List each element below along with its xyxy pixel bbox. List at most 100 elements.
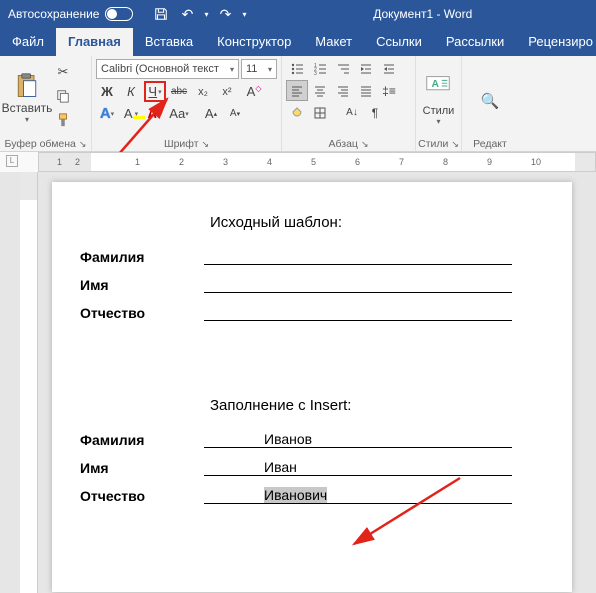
decrease-indent-button[interactable] bbox=[355, 58, 377, 79]
font-group-label: Шрифт bbox=[164, 138, 199, 150]
ruler-mark: 8 bbox=[443, 157, 448, 167]
cut-icon[interactable]: ✂ bbox=[52, 62, 74, 82]
tab-insert[interactable]: Вставка bbox=[133, 28, 205, 56]
font-size-value: 11 bbox=[246, 63, 257, 75]
paste-label: Вставить bbox=[2, 101, 53, 115]
svg-text:3: 3 bbox=[314, 71, 317, 76]
copy-icon[interactable] bbox=[52, 86, 74, 106]
chevron-down-icon: ▾ bbox=[185, 110, 189, 118]
change-case-button[interactable]: Aa▾ bbox=[168, 103, 190, 124]
autosave-toggle[interactable]: Автосохранение bbox=[0, 7, 141, 21]
show-marks-button[interactable]: ¶ bbox=[364, 102, 386, 123]
launcher-icon[interactable]: ↘ bbox=[202, 139, 210, 150]
superscript-button[interactable]: x² bbox=[216, 81, 238, 102]
font-name-combo[interactable]: Calibri (Основной текст▾ bbox=[96, 59, 239, 79]
styles-button[interactable]: A Стили ▾ bbox=[423, 70, 455, 126]
case-label: Aa bbox=[169, 106, 185, 121]
justify-button[interactable] bbox=[355, 80, 377, 101]
tab-home[interactable]: Главная bbox=[56, 28, 133, 56]
launcher-icon[interactable]: ↘ bbox=[79, 139, 87, 150]
label-firstname: Имя bbox=[80, 277, 180, 293]
subscript-button[interactable]: x₂ bbox=[192, 81, 214, 102]
font-size-combo[interactable]: 11 ▾ bbox=[241, 59, 277, 79]
tab-layout[interactable]: Макет bbox=[303, 28, 364, 56]
tab-review[interactable]: Рецензиро bbox=[516, 28, 596, 56]
chevron-down-icon: ▾ bbox=[268, 65, 272, 74]
multilevel-button[interactable] bbox=[332, 58, 354, 79]
line-firstname-2[interactable]: Иван bbox=[204, 458, 512, 476]
window-title: Документ1 - Word bbox=[249, 7, 596, 21]
chevron-down-icon: ▾ bbox=[25, 115, 29, 124]
ruler-mark: 7 bbox=[399, 157, 404, 167]
highlight-button[interactable]: A▾ bbox=[120, 103, 142, 124]
group-editing: 🔍 Редакт bbox=[462, 56, 518, 151]
strike-button[interactable]: abc bbox=[168, 81, 190, 102]
line-patronymic-2[interactable]: Иванович bbox=[204, 486, 512, 504]
ruler-mark: 1 bbox=[135, 157, 140, 167]
redo-icon[interactable]: ↷ bbox=[213, 2, 237, 26]
svg-text:A: A bbox=[432, 78, 440, 89]
group-clipboard: Вставить ▾ ✂ Буфер обмена↘ bbox=[0, 56, 92, 151]
ruler-mark: 10 bbox=[531, 157, 541, 167]
line-lastname[interactable] bbox=[204, 247, 512, 265]
increase-indent-button[interactable] bbox=[378, 58, 400, 79]
group-paragraph: 123 ‡≡ A↓ ¶ Абзац↘ bbox=[282, 56, 416, 151]
chevron-down-icon: ▾ bbox=[230, 65, 234, 74]
launcher-icon[interactable]: ↘ bbox=[361, 139, 369, 150]
line-firstname[interactable] bbox=[204, 275, 512, 293]
tab-references[interactable]: Ссылки bbox=[364, 28, 434, 56]
label-lastname-2: Фамилия bbox=[80, 432, 180, 448]
line-lastname-2[interactable]: Иванов bbox=[204, 430, 512, 448]
launcher-icon[interactable]: ↘ bbox=[451, 139, 459, 150]
ruler-mark: 1 bbox=[57, 157, 62, 167]
effects-label: A bbox=[100, 105, 111, 122]
tab-mailings[interactable]: Рассылки bbox=[434, 28, 516, 56]
font-color-button[interactable]: A▾ bbox=[144, 103, 166, 124]
label-firstname-2: Имя bbox=[80, 460, 180, 476]
line-spacing-button[interactable]: ‡≡ bbox=[378, 80, 400, 101]
workspace: Исходный шаблон: Фамилия Имя Отчество За… bbox=[0, 172, 596, 593]
value-firstname: Иван bbox=[264, 459, 297, 475]
line-patronymic[interactable] bbox=[204, 303, 512, 321]
ruler-mark: 2 bbox=[75, 157, 80, 167]
align-right-button[interactable] bbox=[332, 80, 354, 101]
row-patronymic-2: Отчество Иванович bbox=[80, 486, 512, 504]
align-center-button[interactable] bbox=[309, 80, 331, 101]
tab-design[interactable]: Конструктор bbox=[205, 28, 303, 56]
find-icon[interactable]: 🔍 bbox=[481, 86, 500, 110]
insert-heading: Заполнение с Insert: bbox=[210, 397, 512, 414]
styles-group-label: Стили bbox=[418, 138, 448, 150]
borders-button[interactable] bbox=[309, 102, 331, 123]
row-lastname: Фамилия bbox=[80, 247, 512, 265]
grow-font-button[interactable]: A▴ bbox=[200, 103, 222, 124]
tab-file[interactable]: Файл bbox=[0, 28, 56, 56]
bold-button[interactable]: Ж bbox=[96, 81, 118, 102]
clear-format-icon[interactable]: A◇ bbox=[240, 81, 262, 102]
align-left-button[interactable] bbox=[286, 80, 308, 101]
shrink-font-button[interactable]: A▾ bbox=[224, 103, 246, 124]
highlight-swatch bbox=[133, 116, 145, 119]
shading-button[interactable] bbox=[286, 102, 308, 123]
save-icon[interactable] bbox=[149, 2, 173, 26]
styles-label: Стили bbox=[423, 105, 455, 117]
chevron-down-icon: ▾ bbox=[423, 117, 455, 126]
ruler-corner: L bbox=[0, 152, 38, 172]
sort-button[interactable]: A↓ bbox=[341, 102, 363, 123]
paste-button[interactable]: Вставить ▾ bbox=[4, 58, 50, 137]
annotation-arrow bbox=[342, 472, 472, 552]
format-painter-icon[interactable] bbox=[52, 110, 74, 130]
text-effects-button[interactable]: A▾ bbox=[96, 103, 118, 124]
underline-button[interactable]: Ч▾ bbox=[144, 81, 166, 102]
label-patronymic-2: Отчество bbox=[80, 488, 180, 504]
ruler-vertical bbox=[20, 172, 38, 593]
chevron-down-icon: ▾ bbox=[158, 88, 162, 96]
bullets-button[interactable] bbox=[286, 58, 308, 79]
chevron-down-icon: ▾ bbox=[111, 110, 115, 118]
undo-dropdown-icon[interactable]: ▾ bbox=[201, 2, 211, 26]
document-page[interactable]: Исходный шаблон: Фамилия Имя Отчество За… bbox=[52, 182, 572, 592]
numbering-button[interactable]: 123 bbox=[309, 58, 331, 79]
ruler-mark: 3 bbox=[223, 157, 228, 167]
undo-icon[interactable]: ↶ bbox=[175, 2, 199, 26]
qat-dropdown-icon[interactable]: ▾ bbox=[239, 2, 249, 26]
italic-button[interactable]: К bbox=[120, 81, 142, 102]
